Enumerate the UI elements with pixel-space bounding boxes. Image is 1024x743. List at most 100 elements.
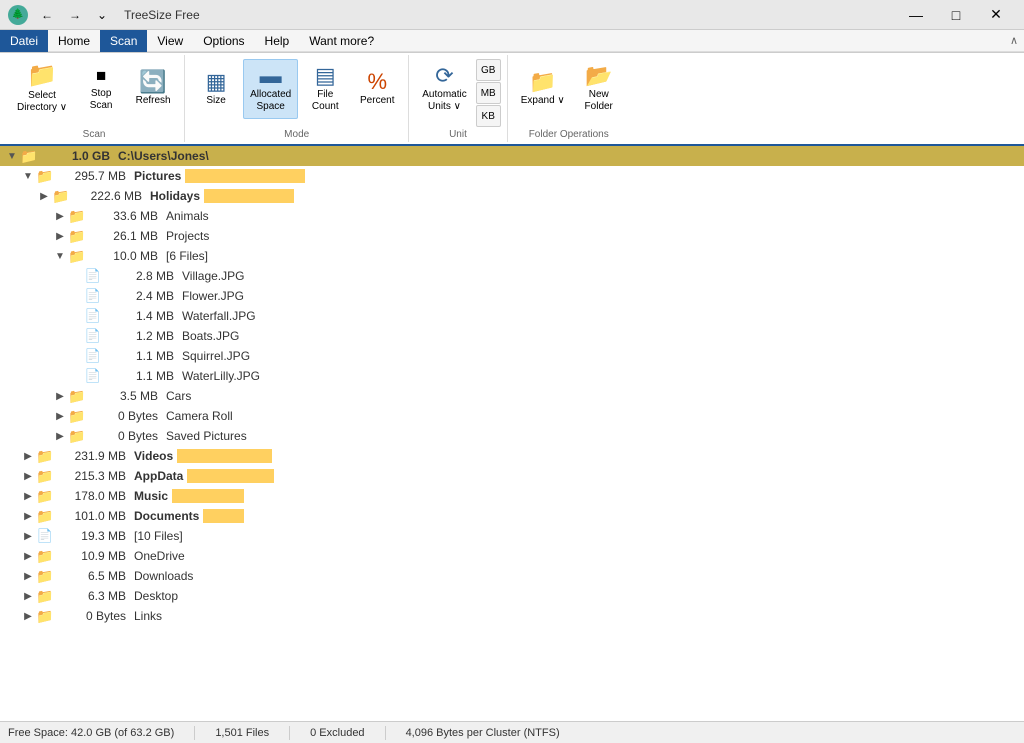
- row-size: 1.4 MB: [102, 309, 182, 323]
- tree-row[interactable]: ▶ 📁 0 Bytes Saved Pictures: [0, 426, 1024, 446]
- menu-item-scan[interactable]: Scan: [100, 30, 147, 52]
- toggle-collapsed[interactable]: ▶: [20, 531, 36, 542]
- toggle-collapsed[interactable]: ▶: [52, 231, 68, 242]
- toggle-collapsed[interactable]: ▶: [52, 211, 68, 222]
- tree-row[interactable]: ▶ 📁 0 Bytes Links: [0, 606, 1024, 626]
- folder-open-icon: 📁: [27, 64, 57, 88]
- menu-item-options[interactable]: Options: [193, 30, 254, 52]
- forward-button[interactable]: →: [62, 5, 88, 25]
- auto-units-icon: ⟳: [435, 65, 453, 87]
- tree-row[interactable]: ▶ 📁 3.5 MB Cars: [0, 386, 1024, 406]
- gb-button[interactable]: GB: [476, 59, 501, 81]
- allocated-space-button[interactable]: ▬ AllocatedSpace: [243, 59, 298, 119]
- root-toggle[interactable]: ▼: [4, 151, 20, 162]
- row-name: Saved Pictures: [166, 429, 1016, 443]
- ribbon-collapse[interactable]: ∧: [1004, 32, 1024, 49]
- mb-button[interactable]: MB: [476, 82, 501, 104]
- toggle-collapsed[interactable]: ▶: [20, 471, 36, 482]
- title-bar: 🌲 ← → ⌄ TreeSize Free — □ ✕: [0, 0, 1024, 30]
- tree-row[interactable]: 📄 2.8 MB Village.JPG: [0, 266, 1024, 286]
- row-size: 1.1 MB: [102, 369, 182, 383]
- toggle-collapsed[interactable]: ▶: [20, 491, 36, 502]
- new-folder-icon: 📂: [585, 65, 612, 87]
- close-button[interactable]: ✕: [976, 0, 1016, 30]
- tree-row[interactable]: ▶ 📁 231.9 MB Videos: [0, 446, 1024, 466]
- folder-icon: 📁: [36, 548, 54, 565]
- tree-row[interactable]: ▼ 📁 10.0 MB [6 Files]: [0, 246, 1024, 266]
- kb-button[interactable]: KB: [476, 105, 501, 127]
- file-count-label: FileCount: [312, 89, 339, 113]
- automatic-units-button[interactable]: ⟳ AutomaticUnits ∨: [415, 59, 473, 119]
- refresh-button[interactable]: 🔄 Refresh: [128, 59, 178, 119]
- toggle-collapsed[interactable]: ▶: [52, 431, 68, 442]
- toggle-expanded[interactable]: ▼: [52, 251, 68, 262]
- tree-row[interactable]: 📄 2.4 MB Flower.JPG: [0, 286, 1024, 306]
- menu-item-view[interactable]: View: [147, 30, 193, 52]
- percent-button[interactable]: % Percent: [352, 59, 402, 119]
- tree-row[interactable]: ▶ 📁 101.0 MB Documents: [0, 506, 1024, 526]
- new-folder-button[interactable]: 📂 NewFolder: [574, 59, 624, 119]
- toggle-collapsed[interactable]: ▶: [20, 571, 36, 582]
- menu-item-home[interactable]: Home: [48, 30, 100, 52]
- free-space-status: Free Space: 42.0 GB (of 63.2 GB): [8, 727, 174, 739]
- tree-row[interactable]: 📄 1.1 MB Squirrel.JPG: [0, 346, 1024, 366]
- toggle-collapsed[interactable]: ▶: [20, 511, 36, 522]
- file-icon: 📄: [84, 268, 102, 284]
- tree-row[interactable]: ▶ 📄 19.3 MB [10 Files]: [0, 526, 1024, 546]
- row-size: 3.5 MB: [86, 389, 166, 403]
- size-button[interactable]: ▦ Size: [191, 59, 241, 119]
- tree-row[interactable]: ▶ 📁 178.0 MB Music: [0, 486, 1024, 506]
- toggle-expanded[interactable]: ▼: [20, 171, 36, 182]
- tree-row[interactable]: ▶ 📁 6.5 MB Downloads: [0, 566, 1024, 586]
- row-size: 231.9 MB: [54, 449, 134, 463]
- back-button[interactable]: ←: [34, 5, 60, 25]
- tree-row[interactable]: ▶ 📁 33.6 MB Animals: [0, 206, 1024, 226]
- tree-row[interactable]: ▶ 📁 222.6 MB Holidays: [0, 186, 1024, 206]
- menu-item-datei[interactable]: Datei: [0, 30, 48, 52]
- tree-row[interactable]: ▶ 📁 6.3 MB Desktop: [0, 586, 1024, 606]
- toggle-collapsed[interactable]: ▶: [20, 591, 36, 602]
- tree-row-root[interactable]: ▼ 📁 1.0 GB C:\Users\Jones\: [0, 146, 1024, 166]
- expand-button[interactable]: 📁 Expand ∨: [514, 59, 572, 119]
- tree-row[interactable]: 📄 1.4 MB Waterfall.JPG: [0, 306, 1024, 326]
- tree-row[interactable]: ▶ 📁 26.1 MB Projects: [0, 226, 1024, 246]
- row-size: 101.0 MB: [54, 509, 134, 523]
- tree-row[interactable]: ▼ 📁 295.7 MB Pictures: [0, 166, 1024, 186]
- tree-row[interactable]: ▶ 📁 215.3 MB AppData: [0, 466, 1024, 486]
- unit-group-buttons: ⟳ AutomaticUnits ∨ GB MB KB: [415, 59, 500, 127]
- menu-item-help[interactable]: Help: [255, 30, 300, 52]
- percent-icon: %: [367, 71, 387, 93]
- file-icon: 📄: [84, 348, 102, 364]
- toggle-collapsed[interactable]: ▶: [20, 551, 36, 562]
- file-count-button[interactable]: ▤ FileCount: [300, 59, 350, 119]
- tree-view[interactable]: ▼ 📁 1.0 GB C:\Users\Jones\ ▼ 📁 295.7 MB …: [0, 146, 1024, 721]
- stop-scan-button[interactable]: ⏹ StopScan: [76, 59, 126, 119]
- toggle-collapsed[interactable]: ▶: [36, 191, 52, 202]
- toggle-collapsed[interactable]: ▶: [20, 451, 36, 462]
- tree-row[interactable]: 📄 1.1 MB WaterLilly.JPG: [0, 366, 1024, 386]
- menu-item-wantmore[interactable]: Want more?: [299, 30, 384, 52]
- row-name: Documents: [134, 509, 1016, 524]
- toggle-collapsed[interactable]: ▶: [20, 611, 36, 622]
- mode-group-buttons: ▦ Size ▬ AllocatedSpace ▤ FileCount % Pe…: [191, 59, 402, 127]
- new-folder-label: NewFolder: [585, 89, 613, 113]
- maximize-button[interactable]: □: [936, 0, 976, 30]
- minimize-button[interactable]: —: [896, 0, 936, 30]
- status-bar: Free Space: 42.0 GB (of 63.2 GB) 1,501 F…: [0, 721, 1024, 743]
- file-icon: 📄: [84, 288, 102, 304]
- row-name: Music: [134, 489, 1016, 504]
- tree-row[interactable]: 📄 1.2 MB Boats.JPG: [0, 326, 1024, 346]
- toggle-collapsed[interactable]: ▶: [52, 391, 68, 402]
- dropdown-button[interactable]: ⌄: [90, 5, 114, 25]
- toggle-collapsed[interactable]: ▶: [52, 411, 68, 422]
- tree-row[interactable]: ▶ 📁 0 Bytes Camera Roll: [0, 406, 1024, 426]
- mode-group-label: Mode: [191, 127, 402, 140]
- ribbon-group-unit: ⟳ AutomaticUnits ∨ GB MB KB Unit: [409, 55, 507, 142]
- row-name: Village.JPG: [182, 269, 1016, 283]
- row-size: 2.8 MB: [102, 269, 182, 283]
- folder-icon: 📁: [68, 408, 86, 425]
- tree-row[interactable]: ▶ 📁 10.9 MB OneDrive: [0, 546, 1024, 566]
- main-area: ▼ 📁 1.0 GB C:\Users\Jones\ ▼ 📁 295.7 MB …: [0, 146, 1024, 721]
- select-directory-button[interactable]: 📁 SelectDirectory ∨: [10, 59, 74, 119]
- allocated-space-label: AllocatedSpace: [250, 89, 291, 113]
